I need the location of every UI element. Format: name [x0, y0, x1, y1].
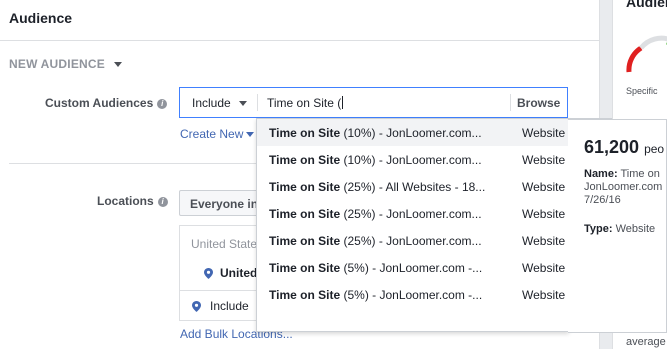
audience-name: Time on Site (25%) - All Websites - 18..… — [269, 180, 485, 194]
list-item[interactable]: Time on Site (10%) - JonLoomer.com... We… — [257, 119, 568, 146]
list-item[interactable]: Time on Site (25%) - JonLoomer.com... We… — [257, 227, 568, 254]
list-item[interactable]: Time on Site (25%) - JonLoomer.com... We… — [257, 200, 568, 227]
audience-name-rest: (25%) - JonLoomer.com... — [340, 234, 482, 248]
custom-audience-search-input[interactable]: Time on Site ( — [267, 96, 344, 110]
chevron-down-icon — [246, 132, 255, 138]
audience-size-gauge — [626, 35, 667, 73]
audience-name-rest: (5%) - JonLoomer.com -... — [340, 288, 483, 302]
audience-name-rest: (25%) - All Websites - 18... — [340, 180, 486, 194]
audience-type: Website — [522, 126, 566, 140]
audience-count-unit: peo — [644, 142, 665, 156]
location-pin-icon — [204, 268, 213, 279]
divider — [257, 94, 258, 111]
custom-audiences-label-text: Custom Audiences — [45, 96, 154, 110]
location-item[interactable]: United — [220, 266, 257, 280]
audience-name-match: Time on Site — [269, 180, 341, 194]
locations-label: Locations i — [97, 194, 168, 208]
locations-selector-value: Everyone in — [190, 197, 259, 211]
list-item[interactable]: Time on Site (25%) - All Websites - 18..… — [257, 173, 568, 200]
list-item[interactable]: Time on Site (5%) - JonLoomer.com -... W… — [257, 281, 568, 308]
audience-detail-popover: 61,200 peo Name: Time on JonLoomer.com 7… — [568, 118, 667, 333]
name-label: Name: — [584, 168, 618, 180]
audience-type: Website — [522, 153, 566, 167]
audience-name: Time on Site (5%) - JonLoomer.com -... — [269, 288, 482, 302]
create-new-label: Create New — [180, 127, 244, 141]
country-label: United State — [191, 237, 258, 251]
audience-count-value: 61,200 — [584, 137, 640, 157]
section-title: Audience — [9, 10, 73, 26]
gauge-specific-label: Specific — [626, 86, 658, 96]
custom-audiences-label: Custom Audiences i — [45, 96, 168, 110]
chevron-down-icon[interactable] — [239, 101, 247, 106]
audience-name: Time on Site (10%) - JonLoomer.com... — [269, 126, 482, 140]
include-select[interactable]: Include — [210, 299, 249, 313]
panel-title: Audien — [626, 0, 667, 10]
audience-suggestions-dropdown: Time on Site (10%) - JonLoomer.com... We… — [256, 118, 569, 332]
create-new-button[interactable]: Create New — [180, 127, 255, 141]
audience-count: 61,200 peo — [584, 137, 664, 158]
audience-name-match: Time on Site — [269, 261, 341, 275]
list-item[interactable]: Time on Site (5%) - JonLoomer.com -... W… — [257, 254, 568, 281]
audience-name: Time on Site (5%) - JonLoomer.com -... — [269, 261, 482, 275]
audience-type: Website — [522, 234, 566, 248]
type-value: Website — [615, 223, 656, 235]
info-icon[interactable]: i — [157, 98, 168, 109]
divider — [0, 40, 600, 41]
audience-type: Website — [522, 261, 566, 275]
new-audience-label[interactable]: NEW AUDIENCE — [9, 57, 105, 71]
browse-button[interactable]: Browse — [517, 96, 560, 110]
search-input-value: Time on Site ( — [267, 96, 342, 110]
audience-name-match: Time on Site — [269, 234, 341, 248]
chevron-down-icon[interactable] — [114, 62, 122, 67]
audience-name: Time on Site (10%) - JonLoomer.com... — [269, 153, 482, 167]
audience-detail-type: Type: Website — [584, 223, 655, 235]
audience-name-rest: (10%) - JonLoomer.com... — [340, 153, 482, 167]
audience-name-match: Time on Site — [269, 288, 341, 302]
divider — [510, 94, 511, 111]
average-label: average — [626, 336, 666, 348]
location-pin-icon — [192, 301, 201, 312]
type-label: Type: — [584, 223, 613, 235]
audience-name: Time on Site (25%) - JonLoomer.com... — [269, 207, 482, 221]
audience-detail-body: 61,200 peo Name: Time on JonLoomer.com 7… — [568, 119, 667, 333]
include-select[interactable]: Include — [192, 96, 231, 110]
audience-type: Website — [522, 180, 566, 194]
audience-type: Website — [522, 288, 566, 302]
audience-name: Time on Site (25%) - JonLoomer.com... — [269, 234, 482, 248]
audience-name-rest: (25%) - JonLoomer.com... — [340, 207, 482, 221]
locations-label-text: Locations — [97, 194, 154, 208]
info-icon[interactable]: i — [157, 196, 168, 207]
audience-name-match: Time on Site — [269, 126, 341, 140]
audience-name-rest: (5%) - JonLoomer.com -... — [340, 261, 483, 275]
audience-name-match: Time on Site — [269, 153, 341, 167]
text-cursor — [342, 96, 344, 109]
list-item[interactable]: Time on Site (10%) - JonLoomer.com... We… — [257, 146, 568, 173]
audience-detail-name: Name: Time on JonLoomer.com 7/26/16 — [584, 168, 664, 207]
audience-name-match: Time on Site — [269, 207, 341, 221]
audience-name-rest: (10%) - JonLoomer.com... — [340, 126, 482, 140]
custom-audiences-field[interactable]: Include Time on Site ( Browse — [179, 87, 568, 118]
audience-type: Website — [522, 207, 566, 221]
